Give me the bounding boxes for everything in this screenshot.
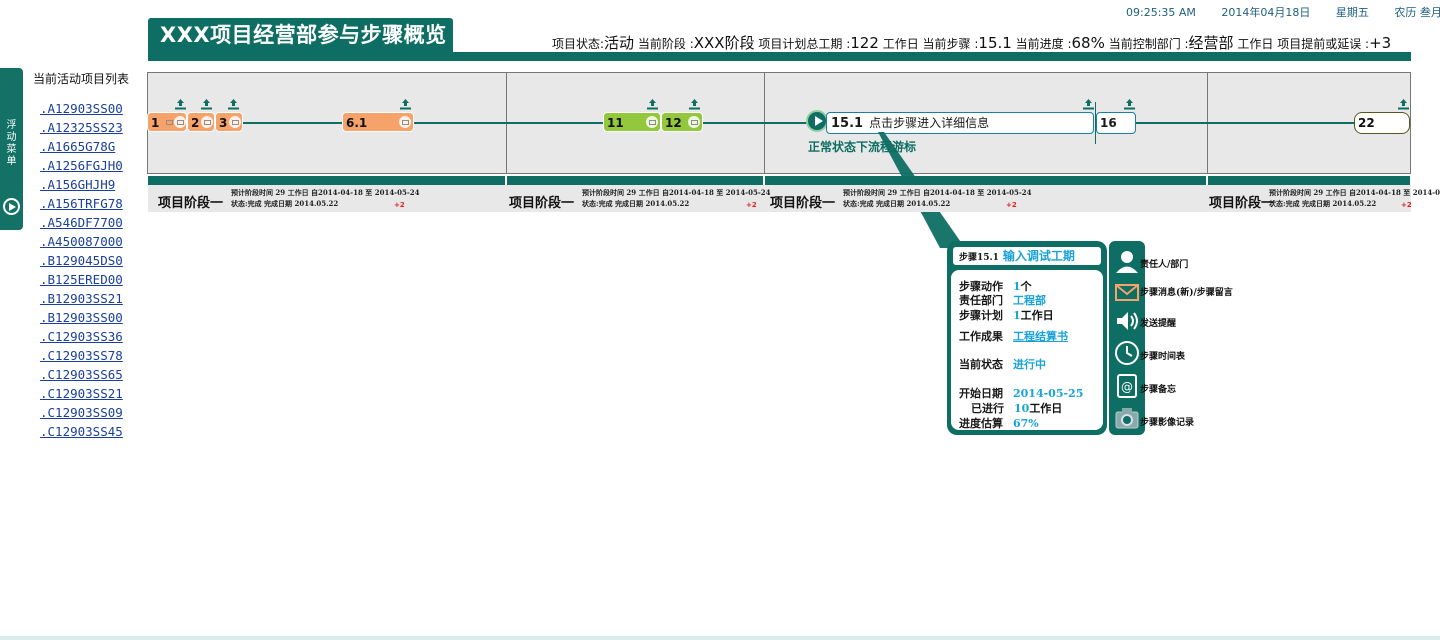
detail-plan-row: 步骤计划 1工作日 (959, 309, 1054, 322)
title-divider (148, 52, 1411, 61)
comment-icon (174, 116, 186, 128)
camera-icon[interactable] (1114, 405, 1140, 431)
tool-label-notify[interactable]: 发送提醒 (1140, 316, 1176, 329)
phase-name: 项目阶段一 (770, 196, 836, 211)
phase-name: 项目阶段一 (1209, 196, 1275, 211)
comment-icon (688, 116, 700, 128)
play-icon (3, 198, 20, 215)
phase-info: 预计阶段时间 29 工作日 自2014-04-18 至 2014-05-24 状态… (843, 188, 1032, 208)
phase-delta: +2 (746, 201, 757, 209)
comment-icon (229, 116, 241, 128)
comment-icon (646, 116, 658, 128)
detail-elapsed-row: 已进行 10工作日 (971, 402, 1063, 415)
step-1[interactable]: 1 (147, 112, 187, 132)
floating-menu-label: 浮动菜单 (6, 120, 17, 167)
step-11[interactable]: 11 (603, 112, 661, 132)
phase-name: 项目阶段一 (509, 196, 575, 211)
step-12[interactable]: 12 (661, 112, 703, 132)
phase-bar (507, 176, 763, 185)
upload-icon[interactable] (647, 99, 658, 110)
detail-result-row: 工作成果 工程结算书 (959, 330, 1068, 343)
floating-menu-button[interactable]: 浮动菜单 (0, 68, 23, 230)
project-link[interactable]: .B129045DS0 (40, 253, 123, 272)
upload-icon[interactable] (400, 99, 411, 110)
project-link[interactable]: .B12903SS00 (40, 310, 123, 329)
upload-icon[interactable] (689, 99, 700, 110)
mail-icon[interactable] (1114, 279, 1140, 305)
clock-weekday: 星期五 (1335, 6, 1369, 19)
svg-text:@: @ (1121, 380, 1133, 394)
project-link[interactable]: .A450087000 (40, 234, 123, 253)
phase-delta: +2 (1401, 201, 1412, 209)
phase-name: 项目阶段一 (158, 196, 224, 211)
tool-label-media[interactable]: 步骤影像记录 (1140, 415, 1194, 428)
phase-info: 预计阶段时间 29 工作日 自2014-04-18 至 2014-05-24 状态… (1269, 188, 1440, 208)
step-2[interactable]: 2 (187, 112, 215, 132)
bottom-divider (0, 636, 1440, 640)
comment-icon (201, 116, 213, 128)
project-link[interactable]: .C12903SS09 (40, 405, 123, 424)
phase-info: 预计阶段时间 29 工作日 自2014-04-18 至 2014-05-24 状态… (582, 188, 771, 208)
step-detail-body: 步骤动作 1个 责任部门 工程部 步骤计划 1工作日 工作成果 工程结算书 当前状态 进行… (951, 270, 1103, 430)
project-link[interactable]: .A546DF7700 (40, 215, 123, 234)
timeline-track (240, 122, 345, 124)
tool-label-memo[interactable]: 步骤备忘 (1140, 382, 1176, 395)
step-22[interactable]: 22 (1354, 112, 1410, 134)
phase-delta: +2 (394, 201, 405, 209)
timeline-track (412, 122, 604, 124)
project-link[interactable]: .C12903SS45 (40, 424, 123, 443)
upload-icon[interactable] (1124, 99, 1135, 110)
phase-info: 预计阶段时间 29 工作日 自2014-04-18 至 2014-05-24 状态… (231, 188, 420, 208)
tool-label-message[interactable]: 步骤消息(新)/步骤留言 (1140, 285, 1233, 298)
step-16[interactable]: 16 (1096, 112, 1136, 134)
detail-progress-row: 进度估算 67% (959, 417, 1039, 430)
step-3[interactable]: 3 (215, 112, 243, 132)
tool-label-owner[interactable]: 责任人/部门 (1140, 257, 1188, 270)
project-link[interactable]: .C12903SS36 (40, 329, 123, 348)
flow-cursor-play-icon[interactable] (806, 110, 828, 132)
speaker-icon[interactable] (1114, 308, 1140, 334)
upload-icon[interactable] (1083, 99, 1094, 110)
upload-icon[interactable] (175, 99, 186, 110)
upload-icon[interactable] (1398, 99, 1409, 110)
clock-time: 09:25:35 AM (1126, 6, 1196, 19)
project-link[interactable]: .A156TRFG78 (40, 196, 123, 215)
phase-delta: +2 (1006, 201, 1017, 209)
phase-bar (765, 176, 1206, 185)
project-link[interactable]: .A12903SS00 (40, 101, 123, 120)
clock-bar: 09:25:35 AM 2014年04月18日 星期五 农历 叁月十九日 (1126, 4, 1440, 20)
page-title: XXX项目经营部参与步骤概览 (148, 18, 453, 52)
user-icon[interactable] (1114, 248, 1140, 274)
project-list: .A12903SS00 .A12325SS23 .A1665G78G .A125… (40, 101, 123, 443)
comment-icon (399, 116, 411, 128)
project-link[interactable]: .A12325SS23 (40, 120, 123, 139)
phase-bar (1208, 176, 1410, 185)
project-link[interactable]: .A156GHJH9 (40, 177, 123, 196)
phase-bar (148, 176, 505, 185)
step-6-1[interactable]: 6.1 (342, 112, 414, 132)
project-list-title: 当前活动项目列表 (33, 72, 130, 86)
tool-label-schedule[interactable]: 步骤时间表 (1140, 349, 1185, 362)
project-link[interactable]: .C12903SS78 (40, 348, 123, 367)
detail-state-row: 当前状态 进行中 (959, 358, 1046, 371)
project-link[interactable]: .C12903SS65 (40, 367, 123, 386)
project-link[interactable]: .B12903SS21 (40, 291, 123, 310)
timeline-track (703, 122, 808, 124)
project-link[interactable]: .C12903SS21 (40, 386, 123, 405)
project-link[interactable]: .A1665G78G (40, 139, 123, 158)
project-link[interactable]: .B125ERED00 (40, 272, 123, 291)
memo-icon[interactable]: @ (1114, 373, 1140, 399)
project-status-line: 项目状态:活动 当前阶段 :XXX阶段 项目计划总工期 :122 工作日 当前步… (552, 34, 1392, 52)
clock-icon[interactable] (1114, 340, 1140, 366)
step-detail-header: 步骤15.1 输入调试工期 (952, 246, 1102, 266)
detail-start-row: 开始日期 2014-05-25 (959, 387, 1084, 400)
clock-lunar: 农历 叁月十九日 (1394, 6, 1440, 19)
project-link[interactable]: .A1256FGJH0 (40, 158, 123, 177)
clock-date: 2014年04月18日 (1221, 6, 1311, 19)
timeline-track (1135, 122, 1357, 124)
upload-icon[interactable] (201, 99, 212, 110)
detail-dept-row: 责任部门 工程部 (959, 294, 1046, 307)
upload-icon[interactable] (228, 99, 239, 110)
